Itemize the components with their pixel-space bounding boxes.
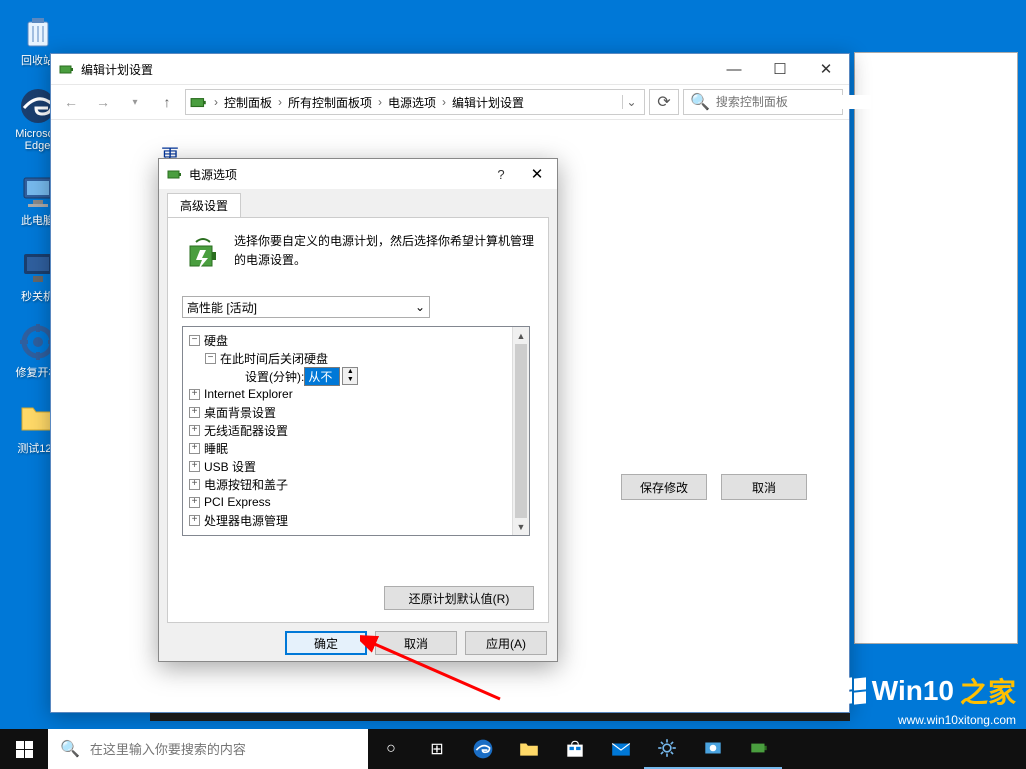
collapse-icon[interactable]: − — [205, 353, 216, 364]
minimize-button[interactable]: — — [711, 54, 757, 84]
win-logo-icon — [840, 678, 866, 704]
cp-title: 编辑计划设置 — [81, 61, 711, 78]
watermark: Win10之家 www.win10xitong.com — [840, 671, 1016, 727]
cp-search[interactable]: 🔍 — [683, 89, 843, 115]
expand-icon[interactable]: + — [189, 515, 200, 526]
battery-large-icon — [182, 232, 224, 274]
tree-turnoff-disk[interactable]: 在此时间后关闭硬盘 — [220, 350, 328, 367]
setting-value[interactable]: 从不 — [304, 367, 340, 386]
breadcrumb-dropdown[interactable]: ⌄ — [622, 95, 640, 109]
spin-down-icon[interactable]: ▼ — [343, 376, 357, 384]
background-window — [854, 52, 1018, 644]
watermark-site: www.win10xitong.com — [840, 713, 1016, 727]
taskbar-search-input[interactable] — [90, 742, 356, 757]
po-titlebar[interactable]: 电源选项 ? ✕ — [159, 159, 557, 189]
edge-taskbar-icon[interactable] — [460, 729, 506, 769]
expand-icon[interactable]: + — [189, 497, 200, 508]
cp-search-input[interactable] — [716, 95, 871, 109]
settings-taskbar-icon[interactable] — [644, 729, 690, 769]
tab-advanced[interactable]: 高级设置 — [167, 193, 241, 217]
task-view-icon[interactable]: ⊞ — [414, 729, 460, 769]
control-panel-taskbar-icon[interactable] — [690, 729, 736, 769]
cancel-button[interactable]: 取消 — [375, 631, 457, 655]
refresh-button[interactable]: ⟳ — [649, 89, 679, 115]
maximize-button[interactable]: ☐ — [757, 54, 803, 84]
recent-dropdown[interactable]: ▾ — [121, 88, 149, 116]
apply-button[interactable]: 应用(A) — [465, 631, 547, 655]
profile-value: 高性能 [活动] — [187, 299, 257, 316]
cp-nav: ← → ▾ ↑ › 控制面板› 所有控制面板项› 电源选项› 编辑计划设置 ⌄ … — [51, 84, 849, 120]
expand-icon[interactable]: + — [189, 407, 200, 418]
expand-icon[interactable]: + — [189, 443, 200, 454]
tree-ie[interactable]: Internet Explorer — [204, 387, 293, 401]
tab-panel: 选择你要自定义的电源计划，然后选择你希望计算机管理的电源设置。 高性能 [活动]… — [167, 217, 549, 623]
bc-control-panel[interactable]: 控制面板 — [220, 94, 276, 111]
breadcrumb[interactable]: › 控制面板› 所有控制面板项› 电源选项› 编辑计划设置 ⌄ — [185, 89, 645, 115]
save-changes-button[interactable]: 保存修改 — [621, 474, 707, 500]
expand-icon[interactable]: + — [189, 389, 200, 400]
tree-wireless[interactable]: 无线适配器设置 — [204, 422, 288, 439]
taskbar: 🔍 ○ ⊞ — [0, 729, 1026, 769]
cancel-plan-button[interactable]: 取消 — [721, 474, 807, 500]
expand-icon[interactable]: + — [189, 425, 200, 436]
cp-titlebar[interactable]: 编辑计划设置 — ☐ ✕ — [51, 54, 849, 84]
battery-bc-icon — [190, 93, 208, 111]
tree-disk[interactable]: 硬盘 — [204, 332, 228, 349]
restore-defaults-button[interactable]: 还原计划默认值(R) — [384, 586, 534, 610]
expand-icon[interactable]: + — [189, 479, 200, 490]
brand-accent: 之家 — [960, 671, 1016, 711]
bc-all-items[interactable]: 所有控制面板项 — [284, 94, 376, 111]
start-button[interactable] — [0, 729, 48, 769]
close-button[interactable]: ✕ — [803, 54, 849, 84]
po-close-button[interactable]: ✕ — [517, 159, 557, 189]
po-title: 电源选项 — [189, 166, 485, 183]
chevron-down-icon: ⌄ — [415, 300, 425, 314]
tree-power-button[interactable]: 电源按钮和盖子 — [204, 476, 288, 493]
tree-setting-row: 设置(分钟): 从不 ▲▼ — [185, 367, 527, 385]
tree-scrollbar[interactable]: ▲ ▼ — [512, 327, 529, 535]
up-button[interactable]: ↑ — [153, 88, 181, 116]
setting-label: 设置(分钟): — [245, 368, 304, 385]
file-explorer-icon[interactable] — [506, 729, 552, 769]
profile-select[interactable]: 高性能 [活动] ⌄ — [182, 296, 430, 318]
tree-usb[interactable]: USB 设置 — [204, 458, 256, 475]
scroll-up-icon[interactable]: ▲ — [513, 327, 529, 344]
expand-icon[interactable]: + — [189, 461, 200, 472]
help-button[interactable]: ? — [485, 167, 517, 182]
scroll-thumb[interactable] — [515, 344, 527, 518]
bc-power-options[interactable]: 电源选项 — [384, 94, 440, 111]
tree-cpu[interactable]: 处理器电源管理 — [204, 512, 288, 529]
battery-dialog-icon — [167, 166, 183, 182]
mail-icon[interactable] — [598, 729, 644, 769]
ok-button[interactable]: 确定 — [285, 631, 367, 655]
tree-pci[interactable]: PCI Express — [204, 495, 271, 509]
back-button[interactable]: ← — [57, 88, 85, 116]
brand-main: Win10 — [872, 675, 954, 707]
search-icon: 🔍 — [60, 739, 80, 759]
intro-text: 选择你要自定义的电源计划，然后选择你希望计算机管理的电源设置。 — [234, 232, 534, 274]
cortana-icon[interactable]: ○ — [368, 729, 414, 769]
collapse-icon[interactable]: − — [189, 335, 200, 346]
battery-title-icon — [59, 61, 75, 77]
windows-logo-icon — [16, 741, 33, 758]
store-icon[interactable] — [552, 729, 598, 769]
spin-up-icon[interactable]: ▲ — [343, 368, 357, 376]
power-options-taskbar-icon[interactable] — [736, 729, 782, 769]
tree-desktop-bg[interactable]: 桌面背景设置 — [204, 404, 276, 421]
tree-sleep[interactable]: 睡眠 — [204, 440, 228, 457]
power-options-dialog: 电源选项 ? ✕ 高级设置 选择你要自定义的电源计划，然后选择你希望计算机管理的… — [158, 158, 558, 662]
scroll-down-icon[interactable]: ▼ — [513, 518, 529, 535]
bc-edit-plan[interactable]: 编辑计划设置 — [448, 94, 528, 111]
taskbar-search[interactable]: 🔍 — [48, 729, 368, 769]
value-spinner[interactable]: ▲▼ — [342, 367, 358, 385]
settings-tree[interactable]: −硬盘 −在此时间后关闭硬盘 设置(分钟): 从不 ▲▼ +Internet E… — [182, 326, 530, 536]
forward-button[interactable]: → — [89, 88, 117, 116]
search-icon: 🔍 — [690, 92, 710, 112]
